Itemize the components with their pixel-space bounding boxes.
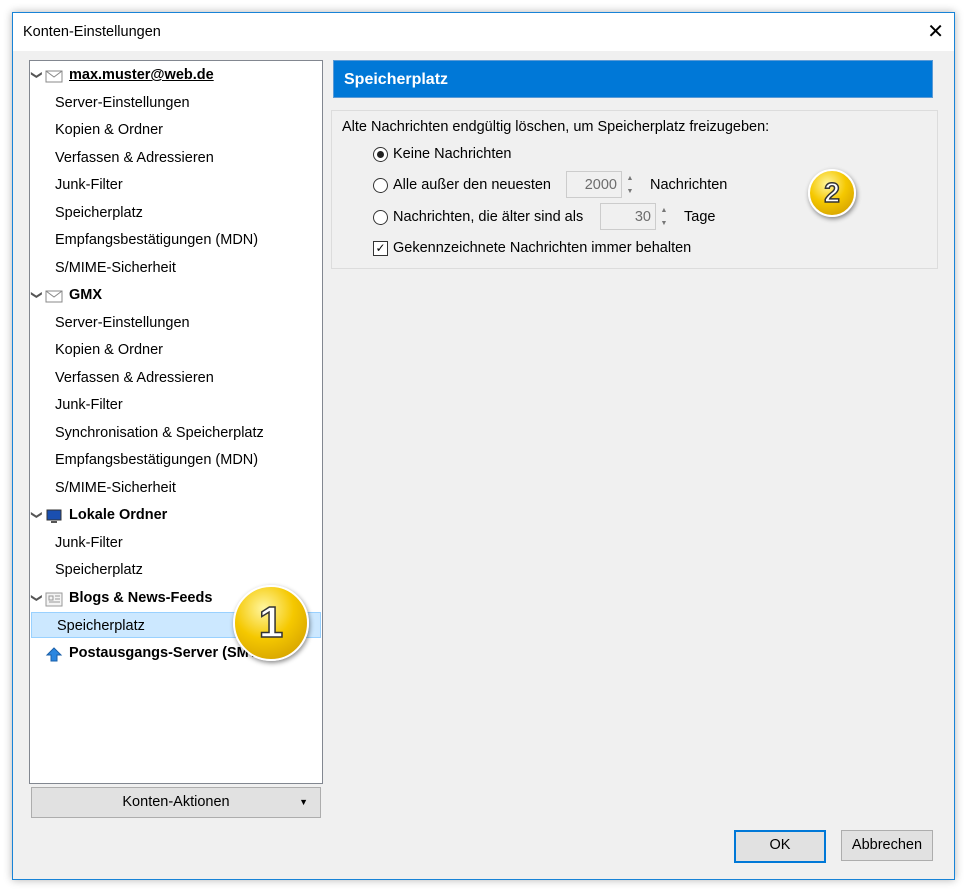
account-tree[interactable]: ❯ max.muster@web.de Server-Einstellungen Ko…: [29, 60, 323, 784]
tree-item[interactable]: Synchronisation & Speicherplatz: [30, 420, 322, 446]
older-unit-label: Tage: [684, 209, 716, 225]
page-title: Speicherplatz: [333, 60, 933, 98]
tree-item[interactable]: S/MIME-Sicherheit: [30, 255, 322, 281]
tree-item[interactable]: Empfangsbestätigungen (MDN): [30, 447, 322, 473]
radio-older-than[interactable]: [373, 210, 388, 225]
tree-item-label: Verfassen & Adressieren: [55, 149, 214, 166]
tree-item[interactable]: Speicherplatz: [30, 200, 322, 226]
tree-item[interactable]: Speicherplatz: [30, 557, 322, 583]
callout-marker-2: 2: [808, 169, 856, 217]
tree-item[interactable]: Verfassen & Adressieren: [30, 145, 322, 171]
keep-flagged-label[interactable]: Gekennzeichnete Nachrichten immer behalt…: [393, 240, 691, 256]
tree-item-label: Kopien & Ordner: [55, 122, 164, 138]
tree-item[interactable]: Server-Einstellungen: [30, 310, 322, 336]
keep-flagged-checkbox[interactable]: ✓: [373, 241, 388, 256]
tree-item-label: Empfangsbestätigungen (MDN): [55, 232, 259, 248]
tree-item[interactable]: Kopien & Ordner: [30, 337, 322, 363]
callout-marker-1: 1: [233, 585, 309, 661]
spinner-arrows-icon[interactable]: ▲ ▼: [623, 172, 637, 199]
tree-item-label: Empfangsbestätigungen (MDN): [55, 452, 259, 468]
radio-keep-newest-label[interactable]: Alle außer den neuesten: [393, 177, 551, 193]
tree-item-label: Speicherplatz: [55, 204, 143, 221]
tree-account[interactable]: ❯ max.muster@web.de: [30, 62, 322, 88]
newspaper-icon: [45, 590, 63, 606]
tree-item[interactable]: Empfangsbestätigungen (MDN): [30, 227, 322, 253]
close-icon[interactable]: ✕: [927, 19, 944, 44]
mail-icon: [45, 287, 63, 303]
tree-item-label: S/MIME-Sicherheit: [55, 259, 176, 276]
tree-item-label: S/MIME-Sicherheit: [55, 479, 176, 496]
tree-item-label: Blogs & News-Feeds: [69, 589, 213, 606]
account-actions-button[interactable]: Konten-Aktionen ▼: [31, 787, 321, 818]
tree-item-label: Junk-Filter: [55, 397, 123, 413]
tree-account[interactable]: ❯ Lokale Ordner: [30, 502, 322, 528]
older-days-spinner[interactable]: 30 ▲ ▼: [600, 203, 667, 230]
tree-item[interactable]: Server-Einstellungen: [30, 90, 322, 116]
tree-item-label: Synchronisation & Speicherplatz: [55, 424, 264, 441]
tree-item-label: Verfassen & Adressieren: [55, 369, 214, 386]
tree-item[interactable]: Junk-Filter: [30, 172, 322, 198]
radio-no-messages-label[interactable]: Keine Nachrichten: [393, 146, 512, 162]
dropdown-arrow-icon: ▼: [299, 797, 308, 807]
tree-item-label: Speicherplatz: [57, 618, 145, 634]
tree-account[interactable]: ❯ GMX: [30, 282, 322, 308]
outbox-icon: [45, 645, 63, 661]
mail-icon: [45, 67, 63, 83]
tree-item-label: GMX: [69, 287, 103, 303]
cancel-button[interactable]: Abbrechen: [841, 830, 933, 861]
tree-item-label: Junk-Filter: [55, 177, 123, 193]
keep-count-spinner[interactable]: 2000 ▲ ▼: [566, 171, 633, 198]
tree-item[interactable]: S/MIME-Sicherheit: [30, 475, 322, 501]
computer-icon: [45, 507, 63, 523]
intro-label: Alte Nachrichten endgültig löschen, um S…: [342, 119, 770, 135]
tree-item[interactable]: Junk-Filter: [30, 530, 322, 556]
tree-item[interactable]: Junk-Filter: [30, 392, 322, 418]
tree-item[interactable]: Kopien & Ordner: [30, 117, 322, 143]
spinner-arrows-icon[interactable]: ▲ ▼: [657, 204, 671, 231]
tree-item-label: Lokale Ordner: [69, 507, 168, 523]
tree-item-label: Server-Einstellungen: [55, 314, 190, 331]
window-title: Konten-Einstellungen: [23, 24, 161, 40]
tree-item-label: Speicherplatz: [55, 562, 143, 578]
radio-keep-newest[interactable]: [373, 178, 388, 193]
radio-older-than-label[interactable]: Nachrichten, die älter sind als: [393, 209, 583, 225]
radio-no-messages[interactable]: [373, 147, 388, 162]
tree-item[interactable]: Verfassen & Adressieren: [30, 365, 322, 391]
tree-item-label: Server-Einstellungen: [55, 94, 190, 111]
tree-item-label: max.muster@web.de: [69, 67, 214, 83]
tree-item-label: Junk-Filter: [55, 534, 123, 551]
account-settings-dialog: Konten-Einstellungen ✕ ❯ max.muster@web.d…: [12, 12, 955, 880]
ok-button[interactable]: OK: [734, 830, 826, 863]
title-bar: Konten-Einstellungen ✕: [13, 13, 954, 51]
tree-item-label: Kopien & Ordner: [55, 342, 164, 358]
keep-unit-label: Nachrichten: [650, 177, 728, 193]
